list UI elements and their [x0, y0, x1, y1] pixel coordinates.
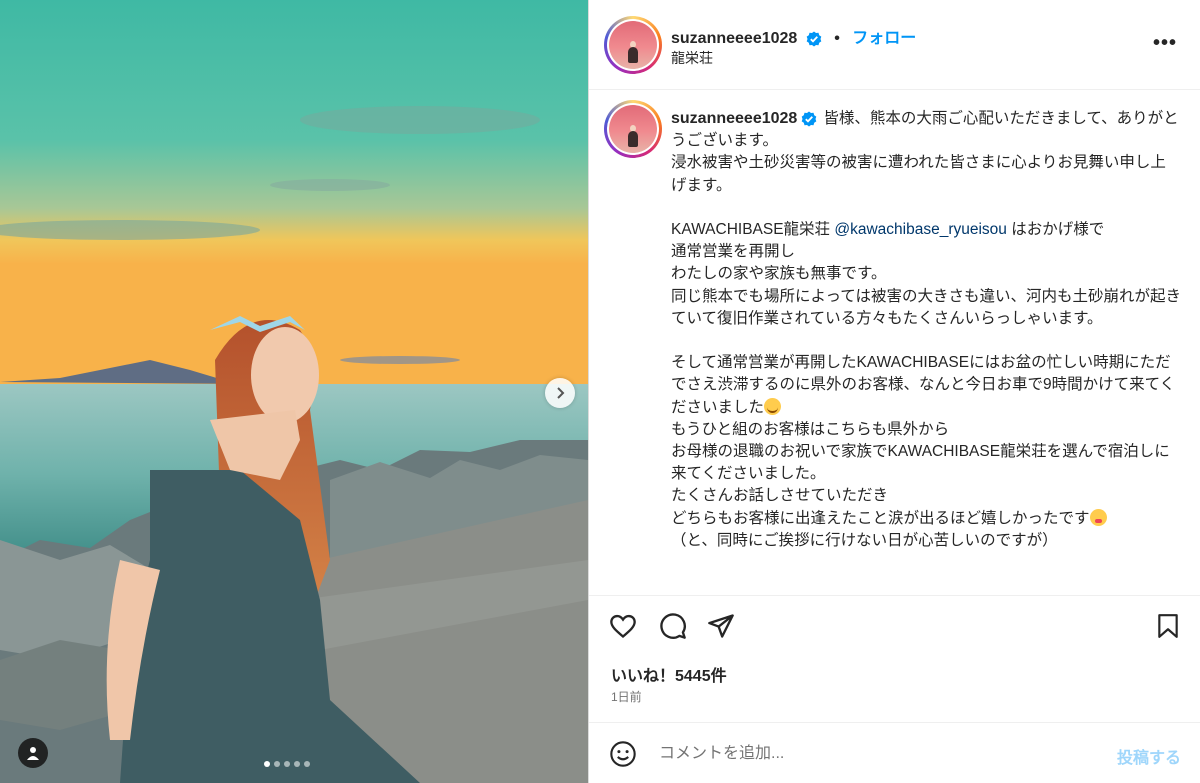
caption-line: お母様の退職のお祝いで家族でKAWACHIBASE龍栄荘を選んで宿泊しに来てくだ…: [671, 443, 1170, 483]
caption-line: （と、同時にご挨拶に行けない日が心苦しいのですが）: [671, 531, 1058, 549]
post-details-panel: suzanneeee1028 • フォロー 龍栄荘 ••• suzanneeee…: [588, 0, 1200, 783]
share-icon[interactable]: [707, 612, 735, 640]
action-bar: [589, 595, 1200, 656]
follow-button[interactable]: フォロー: [852, 30, 916, 47]
next-arrow-icon: [557, 387, 565, 399]
caption-line: たくさんお話しさせていただき: [671, 487, 889, 505]
caption-line: 通常営業を再開し: [671, 243, 796, 261]
verified-badge-icon: [802, 111, 817, 127]
post-photo[interactable]: [0, 0, 588, 783]
comment-input[interactable]: [657, 741, 1081, 767]
avatar[interactable]: [604, 16, 662, 74]
more-options-icon[interactable]: •••: [1153, 32, 1177, 55]
caption-line: どちらもお客様に出逢えたこと涙が出るほど嬉しかったです: [671, 509, 1090, 527]
caption-text: suzanneeee1028 皆様、熊本の大雨ご心配いただきまして、ありがとうご…: [671, 108, 1181, 552]
heart-icon[interactable]: [609, 612, 637, 640]
carousel-indicator: [264, 761, 310, 767]
caption-avatar[interactable]: [604, 100, 662, 158]
user-tag-icon: [27, 747, 39, 760]
caption-line: もうひと組のお客様はこちらも県外から: [671, 420, 950, 438]
caption-line: 同じ熊本でも場所によっては被害の大きさも違い、河内も土砂崩れが起きていて復旧作業…: [671, 287, 1181, 327]
carousel-dot: [284, 761, 290, 767]
carousel-dot: [294, 761, 300, 767]
photo-scene: [0, 0, 588, 783]
smiling-emoji-icon: [764, 397, 782, 415]
verified-badge-icon: [806, 31, 822, 47]
user-tag-button[interactable]: [18, 738, 48, 768]
post-time[interactable]: 1日前: [611, 688, 642, 705]
comment-bar: 投稿する: [589, 722, 1200, 783]
carousel-dot: [264, 761, 270, 767]
caption-line: KAWACHIBASE龍栄荘: [671, 221, 835, 239]
teary-emoji-icon: [1089, 508, 1107, 526]
emoji-icon[interactable]: [609, 740, 637, 768]
post-comment-button[interactable]: 投稿する: [1117, 744, 1181, 768]
caption-line: 浸水被害や土砂災害等の被害に遭われた皆さまに心よりお見舞い申し上げます。: [671, 154, 1166, 194]
post-header: suzanneeee1028 • フォロー 龍栄荘 •••: [589, 0, 1200, 90]
carousel-dot: [274, 761, 280, 767]
bookmark-icon[interactable]: [1155, 612, 1181, 640]
caption-line: そして通常営業が再開したKAWACHIBASEにはお盆の忙しい時期にただでさえ渋…: [671, 354, 1176, 416]
caption-line: わたしの家や家族も無事です。: [671, 265, 887, 283]
likes-count[interactable]: いいね！5445件: [611, 662, 727, 686]
caption-line: はおかげ様で: [1006, 221, 1105, 239]
comment-icon[interactable]: [659, 612, 687, 640]
carousel-dot: [304, 761, 310, 767]
separator-dot: •: [834, 30, 840, 47]
caption-area: suzanneeee1028 皆様、熊本の大雨ご心配いただきまして、ありがとうご…: [589, 90, 1200, 595]
mention-link[interactable]: @kawachibase_ryueisou: [834, 221, 1007, 238]
location-link[interactable]: 龍栄荘: [671, 48, 713, 68]
carousel-next-button[interactable]: [545, 378, 575, 408]
caption-username[interactable]: suzanneeee1028: [671, 110, 797, 127]
header-username[interactable]: suzanneeee1028: [671, 30, 797, 47]
